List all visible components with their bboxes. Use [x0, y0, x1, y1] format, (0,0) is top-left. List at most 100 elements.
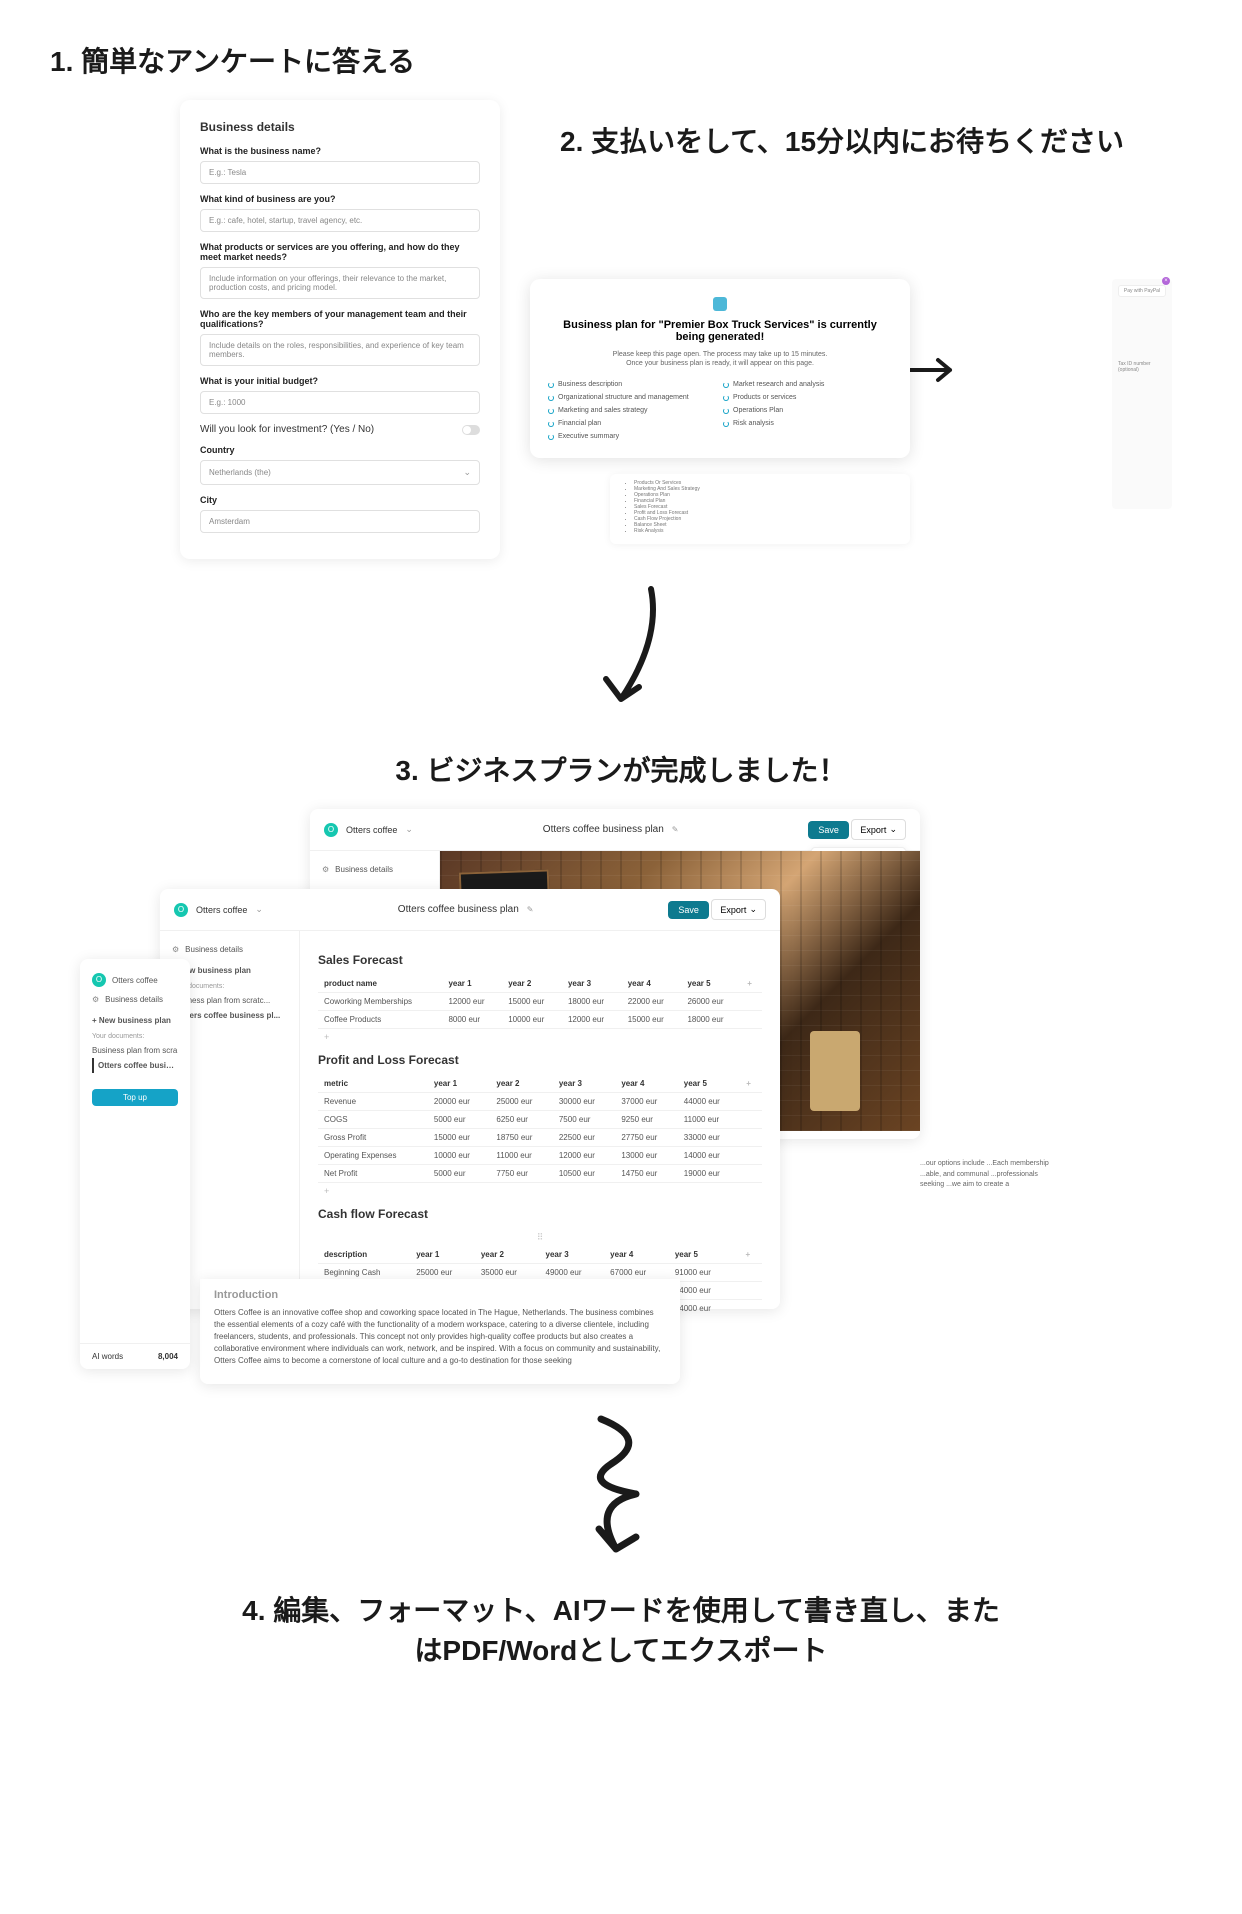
generating-item: Operations Plan [723, 407, 892, 414]
generating-item: Risk analysis [723, 420, 892, 427]
input-business-name[interactable]: E.g.: Tesla [200, 161, 480, 184]
label-city: City [200, 495, 480, 505]
generating-item: Organizational structure and management [548, 394, 717, 401]
spinner-icon [723, 421, 729, 427]
step-4-title: 4. 編集、フォーマット、AIワードを使用して書き直し、またはPDF/Wordと… [231, 1589, 1011, 1669]
textarea-products[interactable]: Include information on your offerings, t… [200, 267, 480, 299]
table-header: year 1 [410, 1246, 475, 1264]
add-column-icon[interactable]: + [741, 975, 762, 993]
cf-forecast-title: Cash flow Forecast [318, 1207, 762, 1221]
table-row[interactable]: Net Profit5000 eur7750 eur10500 eur14750… [318, 1165, 762, 1183]
spinner-icon [548, 434, 554, 440]
chevron-down-icon: ⌄ [889, 824, 897, 835]
gear-icon: ⚙ [172, 945, 179, 954]
input-city[interactable]: Amsterdam [200, 510, 480, 533]
label-business-name: What is the business name? [200, 146, 480, 156]
app-icon [713, 297, 727, 311]
workspace-name[interactable]: Otters coffee [112, 976, 158, 985]
select-country[interactable]: Netherlands (the)⌄ [200, 460, 480, 485]
table-header: description [318, 1246, 410, 1264]
document-title: Otters coffee business plan [398, 904, 519, 915]
add-row-icon[interactable]: + [318, 1183, 762, 1199]
edit-icon[interactable]: ✎ [527, 905, 534, 914]
table-header: year 4 [615, 1075, 677, 1093]
table-header: year 3 [553, 1075, 615, 1093]
table-header: year 5 [678, 1075, 740, 1093]
new-plan-button[interactable]: + New business plan [92, 1016, 178, 1025]
document-title: Otters coffee business plan [543, 824, 664, 835]
generating-item: Business description [548, 381, 717, 388]
truncated-text: ...our options include ...Each membershi… [920, 1159, 1060, 1191]
table-row[interactable]: Coworking Memberships12000 eur15000 eur1… [318, 993, 762, 1011]
generating-item: Market research and analysis [723, 381, 892, 388]
spinner-icon [723, 408, 729, 414]
chevron-down-icon[interactable]: ⌄ [405, 824, 413, 835]
label-products: What products or services are you offeri… [200, 242, 480, 262]
save-button[interactable]: Save [808, 821, 849, 839]
business-details-form: Business details What is the business na… [180, 100, 500, 559]
generating-item: Marketing and sales strategy [548, 407, 717, 414]
table-header: year 1 [442, 975, 502, 993]
table-row[interactable]: Gross Profit15000 eur18750 eur22500 eur2… [318, 1129, 762, 1147]
generating-modal: Business plan for "Premier Box Truck Ser… [530, 279, 910, 458]
spinner-icon [548, 395, 554, 401]
table-header: metric [318, 1075, 428, 1093]
export-button[interactable]: Export ⌄ [851, 819, 906, 840]
save-button[interactable]: Save [668, 901, 709, 919]
editor-window-tables: O Otters coffee ⌄ Otters coffee business… [160, 889, 780, 1309]
ai-words-label: AI words [92, 1352, 123, 1361]
chevron-down-icon[interactable]: ⌄ [255, 904, 263, 915]
add-column-icon[interactable]: + [740, 1075, 762, 1093]
toggle-investment[interactable] [462, 425, 480, 435]
introduction-heading: Introduction [214, 1289, 666, 1301]
chevron-down-icon: ⌄ [749, 904, 757, 915]
workspace-name[interactable]: Otters coffee [346, 825, 397, 835]
table-header: year 3 [540, 1246, 605, 1264]
gear-icon: ⚙ [322, 865, 329, 874]
workspace-name[interactable]: Otters coffee [196, 905, 247, 915]
drag-handle-icon[interactable]: ⠿ [318, 1229, 762, 1246]
doc-item[interactable]: Business plan from scra [92, 1043, 178, 1058]
table-header: year 3 [562, 975, 622, 993]
edit-icon[interactable]: ✎ [672, 825, 679, 834]
gear-icon: ⚙ [92, 995, 99, 1004]
input-budget[interactable]: E.g.: 1000 [200, 391, 480, 414]
sidebar-business-details[interactable]: Business details [185, 945, 243, 954]
spinner-icon [548, 382, 554, 388]
input-business-kind[interactable]: E.g.: cafe, hotel, startup, travel agenc… [200, 209, 480, 232]
table-header: year 1 [428, 1075, 490, 1093]
introduction-body: Otters Coffee is an innovative coffee sh… [214, 1307, 666, 1367]
table-header: year 2 [490, 1075, 552, 1093]
your-documents-label: Your documents: [92, 1033, 178, 1040]
avatar: O [92, 973, 106, 987]
editor-sidebar-front: O Otters coffee ⚙ Business details + New b… [80, 959, 190, 1369]
add-row-icon[interactable]: + [318, 1029, 762, 1045]
label-business-kind: What kind of business are you? [200, 194, 480, 204]
generating-sub1: Please keep this page open. The process … [548, 351, 892, 358]
textarea-team[interactable]: Include details on the roles, responsibi… [200, 334, 480, 366]
table-row[interactable]: COGS5000 eur6250 eur7500 eur9250 eur1100… [318, 1111, 762, 1129]
generating-sub2: Once your business plan is ready, it wil… [548, 360, 892, 367]
label-budget: What is your initial budget? [200, 376, 480, 386]
table-header: year 2 [475, 1246, 540, 1264]
spinner-icon [723, 382, 729, 388]
sidebar-business-details[interactable]: Business details [105, 995, 163, 1004]
doc-item-active[interactable]: Otters coffee business p [92, 1058, 178, 1073]
table-row[interactable]: Revenue20000 eur25000 eur30000 eur37000 … [318, 1093, 762, 1111]
table-header: product name [318, 975, 442, 993]
table-row[interactable]: Operating Expenses10000 eur11000 eur1200… [318, 1147, 762, 1165]
table-row[interactable]: Coffee Products8000 eur10000 eur12000 eu… [318, 1011, 762, 1029]
generating-title: Business plan for "Premier Box Truck Ser… [548, 319, 892, 343]
sidebar-business-details[interactable]: Business details [335, 865, 393, 874]
table-header: year 2 [502, 975, 562, 993]
label-country: Country [200, 445, 480, 455]
spinner-icon [548, 408, 554, 414]
topup-button[interactable]: Top up [92, 1089, 178, 1106]
spinner-icon [548, 421, 554, 427]
pl-forecast-title: Profit and Loss Forecast [318, 1053, 762, 1067]
editor-intro-card: AI words8,004 Introduction Otters Coffee… [200, 1279, 680, 1384]
add-column-icon[interactable]: + [739, 1246, 762, 1264]
pl-forecast-table: metricyear 1year 2year 3year 4year 5+Rev… [318, 1075, 762, 1183]
export-button[interactable]: Export ⌄ [711, 899, 766, 920]
chevron-down-icon: ⌄ [463, 467, 471, 478]
